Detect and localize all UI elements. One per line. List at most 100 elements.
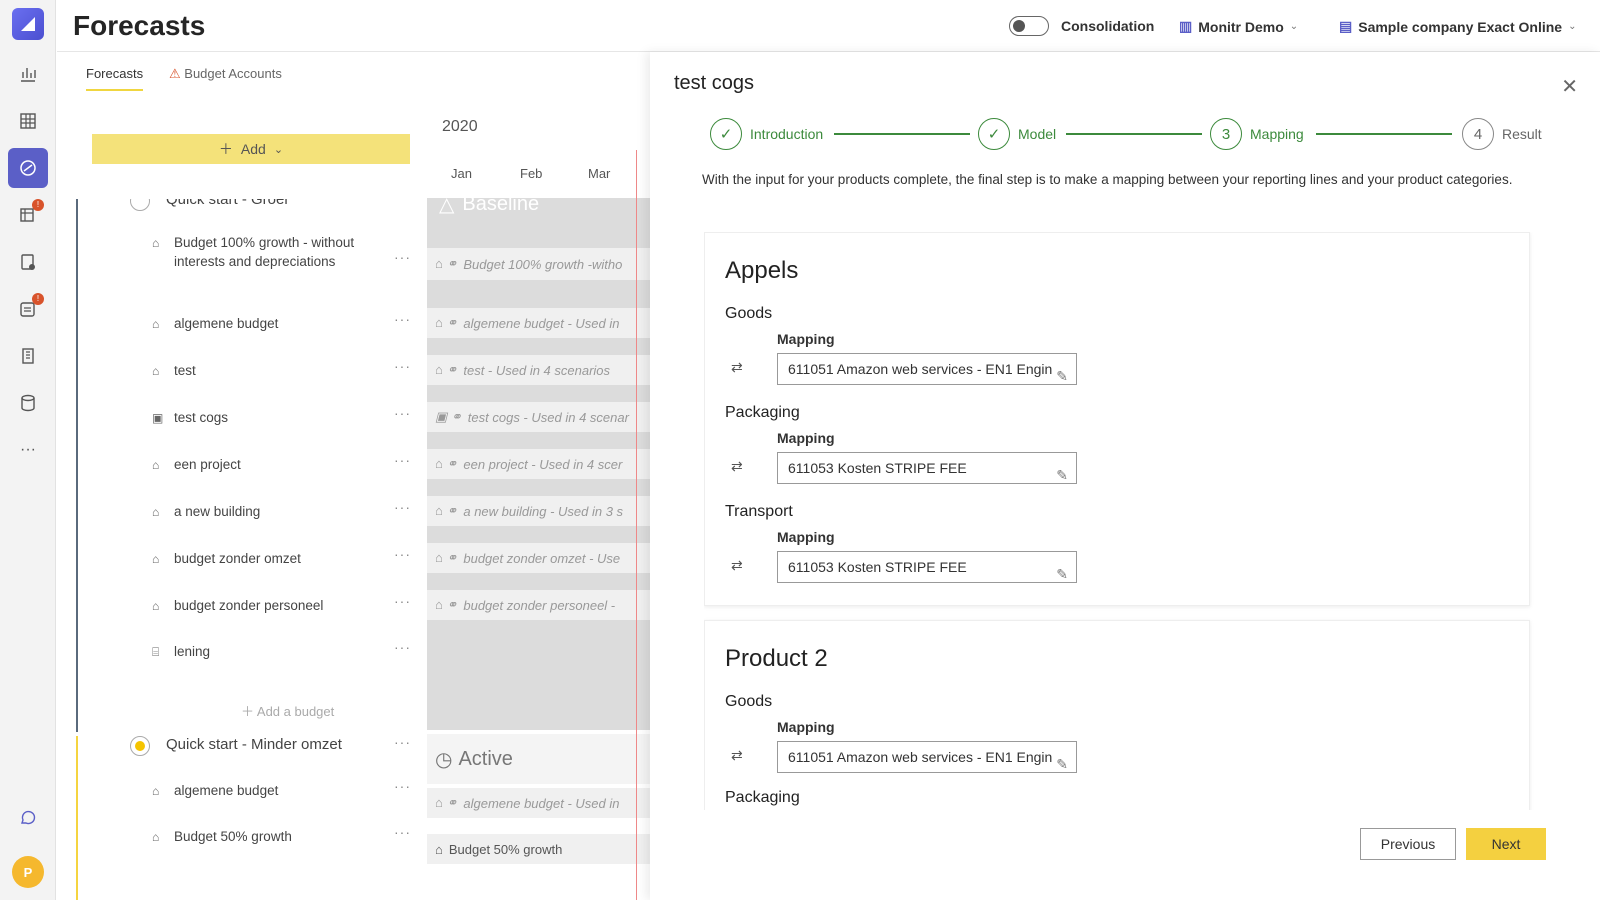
reports-icon[interactable]: ! <box>8 195 48 235</box>
group-indicator <box>76 199 78 732</box>
chat-icon[interactable] <box>8 798 48 838</box>
scenario-name[interactable]: Quick start - Groei <box>166 199 288 208</box>
more-options-icon[interactable]: ··· <box>394 499 411 515</box>
forecast-icon[interactable] <box>8 148 48 188</box>
section-title: Goods <box>725 693 773 710</box>
timeline-row[interactable]: ⌂ ⚭ Budget 100% growth -witho <box>427 248 651 280</box>
step-introduction[interactable]: ✓ Introduction <box>710 118 823 150</box>
step-model[interactable]: ✓ Model <box>978 118 1056 150</box>
consolidation-toggle[interactable] <box>1009 16 1049 36</box>
forecast-list: Quick start - Groei ··· ⌂Budget 100% gro… <box>76 199 426 900</box>
org-selector[interactable]: ▥ Monitr Demo ⌄ <box>1179 18 1298 35</box>
company-selector[interactable]: ▤ Sample company Exact Online ⌄ <box>1339 18 1576 35</box>
dashboard-icon[interactable] <box>8 54 48 94</box>
more-options-icon[interactable]: ··· <box>394 778 411 794</box>
scenario-name[interactable]: Quick start - Minder omzet <box>166 736 342 753</box>
timeline-row[interactable]: ▣ ⚭ test cogs - Used in 4 scenar <box>427 402 651 432</box>
mapping-field[interactable]: 611053 Kosten STRIPE FEE ✎ <box>777 452 1077 484</box>
more-options-icon[interactable]: ··· <box>394 546 411 562</box>
add-document-icon[interactable] <box>8 242 48 282</box>
mapping-icon: ⇄ <box>731 359 743 375</box>
budget-item[interactable]: ⌂ Budget 50% growth <box>152 827 394 846</box>
timeline-row[interactable]: ⌂ ⚭ algemene budget - Used in <box>427 308 651 338</box>
budget-item[interactable]: ▣ test cogs <box>152 408 394 427</box>
step-mapping[interactable]: 3 Mapping <box>1210 118 1304 150</box>
month-label: Feb <box>520 166 543 181</box>
timeline-row[interactable]: ⌂ ⚭ a new building - Used in 3 s <box>427 496 651 526</box>
budget-icon: ⌂ ⚭ <box>435 362 458 377</box>
add-button[interactable]: ＋ Add ⌄ <box>92 134 410 164</box>
more-options-icon[interactable]: ··· <box>394 452 411 468</box>
budget-icon: ⌂ ⚭ <box>435 550 458 565</box>
budget-item[interactable]: ⌂ Budget 100% growth - without interests … <box>152 233 394 271</box>
chevron-down-icon: ⌄ <box>273 143 284 156</box>
app-logo[interactable] <box>12 8 44 40</box>
mapping-field[interactable]: 611051 Amazon web services - EN1 Engin ✎ <box>777 353 1077 385</box>
grid-icon[interactable] <box>8 101 48 141</box>
check-icon: ✓ <box>978 118 1010 150</box>
step-result[interactable]: 4 Result <box>1462 118 1542 150</box>
more-options-icon[interactable]: ··· <box>394 405 411 421</box>
building-icon[interactable] <box>8 336 48 376</box>
month-label: Mar <box>588 166 611 181</box>
more-options-icon[interactable]: ··· <box>394 249 411 265</box>
pencil-icon[interactable]: ✎ <box>1056 460 1068 483</box>
mapping-field[interactable]: 611051 Amazon web services - EN1 Engin ✎ <box>777 741 1077 773</box>
section-title: Packaging <box>725 404 800 421</box>
budget-icon: ⌂ ⚭ <box>435 597 458 612</box>
tab-forecasts[interactable]: Forecasts <box>86 66 144 91</box>
top-header: Forecasts Consolidation ▥ Monitr Demo ⌄ … <box>57 0 1600 52</box>
more-options-icon[interactable]: ··· <box>394 639 411 655</box>
pencil-icon[interactable]: ✎ <box>1056 361 1068 384</box>
timeline-row[interactable]: ⌂ ⚭ algemene budget - Used in <box>427 788 651 818</box>
budget-item[interactable]: ⌂ algemene budget <box>152 314 394 333</box>
more-options-icon[interactable]: ··· <box>394 734 411 750</box>
budget-item[interactable]: ⌂ budget zonder omzet <box>152 549 394 568</box>
timeline-row[interactable]: ⌂ ⚭ test - Used in 4 scenarios <box>427 355 651 385</box>
next-button[interactable]: Next <box>1466 828 1546 860</box>
mapping-icon: ⇄ <box>731 747 743 763</box>
mapping-field[interactable]: 611053 Kosten STRIPE FEE ✎ <box>777 551 1077 583</box>
timeline-row[interactable]: ⌂ ⚭ budget zonder omzet - Use <box>427 543 651 573</box>
more-options-icon[interactable]: ··· <box>394 199 411 205</box>
close-icon[interactable]: ✕ <box>1561 74 1578 99</box>
budget-icon: ⌂ ⚭ <box>435 315 458 330</box>
budget-item[interactable]: ⌂ een project <box>152 455 394 474</box>
clock-icon: ◷ <box>435 748 453 771</box>
mapping-scroll-area[interactable]: Appels Goods Mapping ⇄ 611051 Amazon web… <box>704 232 1534 810</box>
previous-button[interactable]: Previous <box>1360 828 1456 860</box>
checklist-icon[interactable]: ! <box>8 289 48 329</box>
budget-item[interactable]: ⌂ budget zonder personeel <box>152 596 394 615</box>
step-connector <box>1316 133 1452 135</box>
budget-item[interactable]: ⌂ a new building <box>152 502 394 521</box>
more-options-icon[interactable]: ··· <box>394 593 411 609</box>
mapping-label: Mapping <box>777 719 835 735</box>
budget-icon: ⌂ ⚭ <box>435 456 458 471</box>
pencil-icon[interactable]: ✎ <box>1056 749 1068 772</box>
org-icon: ▥ <box>1179 18 1193 34</box>
budget-icon: ⌂ <box>152 830 160 844</box>
database-icon[interactable] <box>8 383 48 423</box>
more-options-icon[interactable]: ··· <box>394 311 411 327</box>
mapping-icon: ⇄ <box>731 458 743 474</box>
timeline-row[interactable]: ⌂ Budget 50% growth <box>427 834 651 864</box>
tab-budget-accounts[interactable]: ⚠ Budget Accounts <box>169 66 282 82</box>
pencil-icon[interactable]: ✎ <box>1056 559 1068 582</box>
scenario-radio[interactable] <box>130 736 150 756</box>
add-budget-link[interactable]: ＋ Add a budget <box>241 701 334 720</box>
more-options-icon[interactable]: ··· <box>394 358 411 374</box>
timeline-row[interactable]: ⌂ ⚭ budget zonder personeel - <box>427 590 651 620</box>
avatar[interactable]: P <box>12 856 44 888</box>
step-connector <box>1066 133 1202 135</box>
budget-icon: ▣ <box>152 411 164 425</box>
step-label: Introduction <box>750 126 824 142</box>
more-options-icon[interactable]: ··· <box>394 824 411 840</box>
budget-item[interactable]: ⌂ algemene budget <box>152 781 394 800</box>
budget-icon: ⌂ <box>152 599 160 613</box>
scenario-radio[interactable] <box>130 199 150 211</box>
more-icon[interactable]: ··· <box>8 430 48 470</box>
budget-icon: ⌂ ⚭ <box>435 795 458 810</box>
budget-item[interactable]: ⌂ test <box>152 361 394 380</box>
budget-item[interactable]: ⌸ lening <box>152 642 394 661</box>
timeline-row[interactable]: ⌂ ⚭ een project - Used in 4 scer <box>427 449 651 479</box>
